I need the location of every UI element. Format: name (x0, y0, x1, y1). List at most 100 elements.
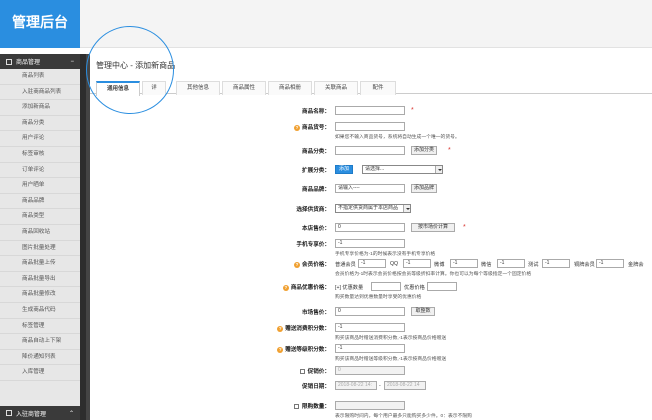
promote-start-input[interactable]: 2018-08-22 14: (335, 381, 377, 390)
category-label: 商品分类： (302, 149, 330, 155)
sidebar-items: 商品列表 入驻商商品列表 添加新商品 商品分类 用户评论 标签审核 订单评论 用户晒单 商品品牌… (0, 69, 80, 381)
phone-price-label: 手机专享价： (296, 242, 330, 248)
category-input[interactable] (335, 146, 405, 155)
member-level-name: 微博 (434, 262, 445, 268)
calc-by-market-button[interactable]: 按市场价计算 (411, 223, 455, 232)
supplier-label: 选择供货商： (296, 207, 330, 213)
promote-price-label: 促销价： (299, 367, 330, 375)
help-icon[interactable]: ? (294, 261, 301, 268)
required-mark: * (448, 147, 451, 154)
chevron-down-icon (435, 166, 442, 173)
member-price-input[interactable]: -1 (542, 259, 570, 268)
member-price-input[interactable]: -1 (450, 259, 478, 268)
volume-qty-input[interactable] (371, 282, 401, 291)
sidebar-item[interactable]: 用户晒单 (0, 178, 80, 194)
top-header: 管理后台 (0, 0, 652, 48)
member-level-name: 测试 (528, 262, 539, 268)
shop-price-label: 本店售价： (302, 226, 330, 232)
add-ext-category-button[interactable]: 添加 (335, 165, 353, 174)
sidebar-item[interactable]: 商品类型 (0, 209, 80, 225)
sidebar-item[interactable]: 商品批量上传 (0, 256, 80, 272)
sidebar-item[interactable]: 生成商品代码 (0, 303, 80, 319)
tab-general[interactable]: 通用信息 (96, 81, 140, 96)
tab-other[interactable]: 其他信息 (176, 81, 220, 95)
rank-integral-note: 购买该商品时赠送等级积分数,-1表示按商品价格赠送 (335, 357, 447, 362)
sidebar-item[interactable]: 标签审核 (0, 147, 80, 163)
add-category-button[interactable]: 添加分类 (411, 146, 437, 155)
sidebar-item[interactable]: 商品批量导出 (0, 272, 80, 288)
member-price-note: 会员价格为-1时表示会员价格按会员等级折扣率计算。你也可以为每个等级指定一个固定… (335, 272, 532, 277)
grid-icon (6, 58, 12, 65)
sidebar-item[interactable]: 入驻商商品列表 (0, 85, 80, 101)
sidebar-item[interactable]: 订单评论 (0, 163, 80, 179)
help-icon[interactable]: ? (294, 124, 301, 131)
promote-end-input[interactable]: 2018-08-22 14 (384, 381, 426, 390)
rank-integral-input[interactable]: -1 (335, 344, 405, 353)
help-icon[interactable]: ? (277, 325, 284, 332)
give-integral-input[interactable]: -1 (335, 323, 405, 332)
sidebar-item[interactable]: 标签管理 (0, 319, 80, 335)
limit-number-input[interactable] (335, 401, 405, 410)
sidebar-item[interactable]: 商品品牌 (0, 194, 80, 210)
brand-input[interactable]: 请输入---- (335, 184, 405, 193)
sidebar-item[interactable]: 入库管理 (0, 365, 80, 381)
goods-name-input[interactable] (335, 106, 405, 115)
sidebar-group-goods[interactable]: 商品管理 − (0, 54, 80, 69)
promote-checkbox[interactable] (299, 369, 305, 375)
tab-attributes[interactable]: 商品属性 (222, 81, 266, 95)
ext-category-select[interactable]: 请选择... (362, 165, 443, 174)
goods-sn-note: 如果您不输入商品货号，系统将自动生成一个唯一的货号。 (335, 135, 460, 140)
ext-category-label: 扩展分类： (302, 168, 330, 174)
sidebar-item[interactable]: 商品回收站 (0, 225, 80, 241)
member-level-name: 普通会员 (335, 262, 356, 268)
sidebar: 商品管理 − 商品列表 入驻商商品列表 添加新商品 商品分类 用户评论 标签审核 订单评论用… (0, 54, 80, 420)
tab-accessories[interactable]: 配件 (360, 81, 396, 95)
sidebar-group-label: 商品管理 (16, 60, 41, 66)
limit-number-note: 表示限购时间内，每个用户最多只能购买多少件。0：表示不限购 (335, 414, 472, 419)
member-price-input[interactable]: -1 (358, 259, 386, 268)
member-price-input[interactable]: -1 (497, 259, 525, 268)
supplier-select[interactable]: 不指定供货商属于本店商品 (335, 204, 411, 213)
chevron-up-icon: ⌃ (68, 410, 74, 417)
rank-integral-label: ? 赠送等级积分数： (277, 346, 330, 353)
sidebar-item[interactable]: 商品列表 (0, 69, 80, 85)
sidebar-item[interactable]: 降价通知列表 (0, 350, 80, 366)
help-icon[interactable]: ? (282, 284, 289, 291)
limit-checkbox[interactable] (294, 404, 300, 410)
member-price-input[interactable]: -1 (403, 259, 431, 268)
give-integral-note: 购买该商品时赠送消费积分数,-1表示按商品价格赠送 (335, 336, 447, 341)
member-level-name: QQ (390, 261, 399, 267)
sidebar-item[interactable]: 用户评论 (0, 131, 80, 147)
sidebar-item[interactable]: 图片批量处理 (0, 241, 80, 257)
goods-sn-input[interactable] (335, 122, 405, 131)
member-level-name: 铜牌会员 (574, 262, 595, 268)
required-mark: * (463, 224, 466, 231)
sidebar-item[interactable]: 添加新商品 (0, 100, 80, 116)
add-volume-price-link[interactable]: [+] 优惠数量 (335, 284, 363, 291)
sidebar-scrollbar[interactable] (80, 54, 90, 420)
sidebar-item[interactable]: 商品批量修改 (0, 287, 80, 303)
sidebar-item[interactable]: 商品自动上下架 (0, 334, 80, 350)
member-price-label: ? 会员价格： (294, 261, 330, 268)
volume-price-input[interactable] (427, 282, 457, 291)
help-icon[interactable]: ? (277, 346, 284, 353)
tab-linked[interactable]: 关联商品 (314, 81, 358, 95)
shop-price-input[interactable]: 0 (335, 223, 405, 232)
phone-price-input[interactable]: -1 (335, 239, 405, 248)
promote-price-input[interactable]: 0 (335, 366, 405, 375)
page-title: 管理中心 - 添加新商品 (96, 61, 176, 70)
member-price-input[interactable]: -1 (596, 259, 624, 268)
grid-icon (6, 410, 12, 416)
tab-detail[interactable]: 详 (142, 81, 166, 95)
sidebar-group-suppliers[interactable]: 入驻商管理 ⌃ (0, 406, 80, 420)
app-title: 管理后台 (0, 0, 80, 48)
chevron-down-icon (403, 205, 410, 212)
tab-gallery[interactable]: 商品相册 (268, 81, 312, 95)
sidebar-item[interactable]: 商品分类 (0, 116, 80, 132)
required-mark: * (411, 107, 414, 114)
round-integer-button[interactable]: 取整数 (411, 307, 435, 316)
market-price-label: 市场售价： (302, 310, 330, 316)
add-brand-button[interactable]: 添加品牌 (411, 184, 437, 193)
market-price-input[interactable]: 0 (335, 307, 405, 316)
tab-bar: 通用信息 详 其他信息 商品属性 商品相册 关联商品 配件 (90, 78, 652, 96)
